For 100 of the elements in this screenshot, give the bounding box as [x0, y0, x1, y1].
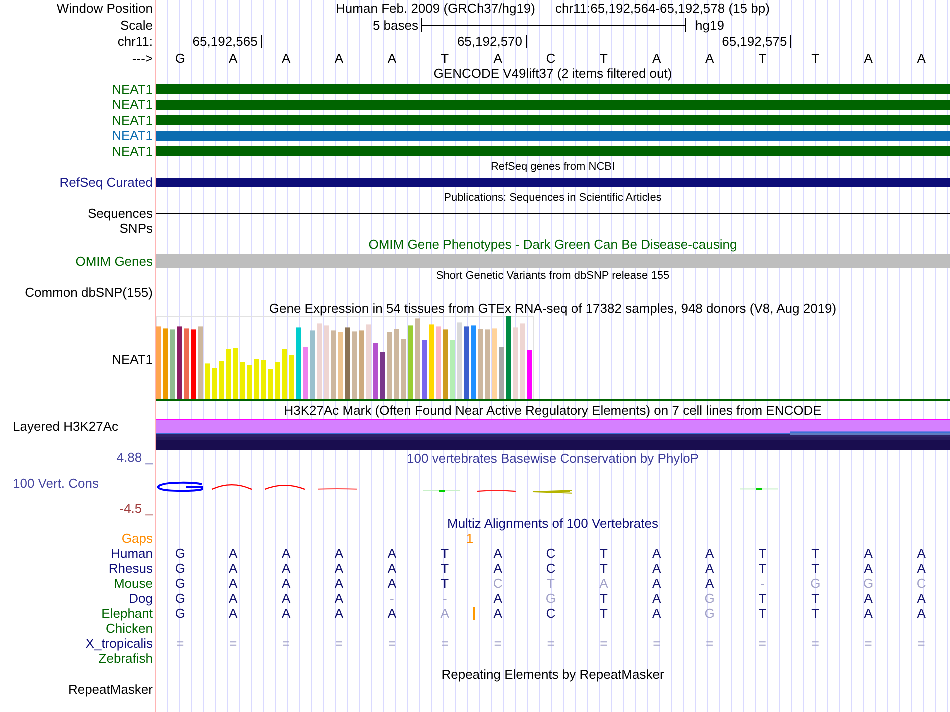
alignment-base: G: [175, 576, 186, 591]
alignment-base: A: [705, 561, 714, 576]
alignment-base: =: [864, 636, 872, 651]
alignment-base: A: [494, 591, 502, 606]
reference-base: A: [705, 50, 714, 66]
alignment-base: A: [705, 576, 714, 591]
conservation-mark: [318, 488, 358, 490]
track-label: Gaps: [122, 531, 153, 546]
expression-bar: [205, 364, 210, 399]
track-label: NEAT1: [112, 97, 153, 112]
track-label: Dog: [129, 591, 153, 606]
expression-bar: [275, 362, 280, 399]
alignment-base: A: [652, 561, 662, 576]
track-label: RepeatMasker: [68, 682, 153, 697]
track-title: Multiz Alignments of 100 Vertebrates: [447, 516, 658, 531]
alignment-base: C: [916, 576, 926, 591]
alignment-base: A: [334, 591, 344, 606]
alignment-base: =: [918, 636, 926, 651]
alignment-base: =: [812, 636, 820, 651]
alignment-base: -: [390, 591, 394, 606]
track-label: NEAT1: [112, 112, 153, 128]
alignment-base: A: [494, 561, 502, 576]
expression-bar: [247, 365, 252, 399]
alignment-base: A: [864, 561, 873, 576]
track-title: OMIM Gene Phenotypes - Dark Green Can Be Disease-causing: [368, 237, 738, 252]
alignment-base: A: [229, 576, 238, 591]
alignment-base: T: [758, 591, 767, 606]
alignment-base: A: [282, 561, 291, 576]
alignment-base: A: [864, 606, 873, 621]
alignment-base: =: [600, 636, 608, 651]
alignment-base: G: [546, 591, 556, 606]
expression-bar: [184, 328, 189, 399]
track-label: Zebrafish: [98, 651, 153, 666]
reference-base: A: [229, 50, 238, 66]
alignment-base: A: [229, 606, 238, 621]
alignment-base: T: [441, 561, 450, 576]
reference-base: A: [334, 50, 344, 66]
track-title: Publications: Sequences in Scientific Articles: [444, 190, 662, 206]
expression-bar: [331, 330, 336, 399]
alignment-base: A: [334, 546, 344, 561]
alignment-base: T: [600, 546, 608, 561]
alignment-base: =: [653, 636, 661, 651]
alignment-base: C: [546, 606, 556, 621]
expression-bar: [499, 347, 504, 399]
alignment-base: A: [917, 591, 926, 606]
alignment-base: A: [652, 576, 662, 591]
alignment-base: =: [706, 636, 714, 651]
alignment-base: T: [812, 561, 820, 576]
expression-bar: [282, 349, 287, 399]
conservation-mark: [740, 488, 778, 490]
expression-bar: [233, 348, 238, 399]
alignment-base: =: [547, 636, 555, 651]
alignment-base: =: [282, 636, 290, 651]
track-label: NEAT1: [112, 352, 153, 366]
expression-bar: [254, 359, 259, 399]
alignment-base: T: [600, 606, 608, 621]
position-range: chr11:65,192,564-65,192,578 (15 bp): [556, 1, 770, 16]
scale-text: 5 bases: [372, 18, 418, 32]
alignment-base: A: [334, 606, 344, 621]
track-label: Human: [111, 546, 153, 561]
expression-bar: [268, 369, 273, 399]
expression-bar: [240, 362, 245, 399]
expression-bar: [450, 340, 455, 399]
track-title: Repeating Elements by RepeatMasker: [442, 666, 664, 682]
alignment-base: A: [388, 546, 397, 561]
track-label: X_tropicalis: [86, 636, 153, 651]
reference-base: T: [758, 50, 767, 66]
expression-bar: [359, 330, 364, 399]
alignment-base: T: [758, 606, 767, 621]
alignment-base: A: [864, 546, 873, 561]
expression-bar: [219, 361, 224, 399]
expression-bar: [345, 328, 350, 399]
alignment-base: A: [864, 591, 873, 606]
track-title: Gene Expression in 54 tissues from GTEx RNA-seq of 17382 samples, 948 donors (V8, Aug 2019): [269, 300, 837, 316]
track-label: Layered H3K27Ac: [13, 419, 119, 434]
conservation-mark: [476, 490, 516, 492]
alignment-base: =: [230, 636, 238, 651]
track-label: RefSeq Curated: [60, 175, 153, 190]
expression-bar: [191, 330, 196, 399]
track-label: Window Position: [56, 1, 153, 16]
alignment-base: =: [441, 636, 449, 651]
track-title: 100 vertebrates Basewise Conservation by PhyloP: [407, 450, 699, 466]
conservation-mark: [212, 484, 252, 490]
track-label: Rhesus: [108, 561, 153, 576]
alignment-base: G: [810, 576, 821, 591]
alignment-base: T: [547, 576, 555, 591]
alignment-base: =: [758, 636, 767, 651]
alignment-base: -: [442, 591, 448, 606]
reference-base: A: [864, 50, 873, 66]
alignment-base: A: [334, 576, 344, 591]
alignment-base: A: [388, 576, 397, 591]
gap-count: 1: [466, 531, 474, 546]
expression-bar: [373, 343, 378, 399]
alignment-base: G: [175, 591, 186, 606]
alignment-base: -: [760, 576, 765, 591]
alignment-base: =: [335, 636, 344, 651]
track-label: OMIM Genes: [76, 254, 153, 268]
expression-bar: [310, 330, 315, 399]
alignment-base: A: [917, 606, 926, 621]
track-title: Short Genetic Variants from dbSNP release 155: [436, 269, 670, 284]
